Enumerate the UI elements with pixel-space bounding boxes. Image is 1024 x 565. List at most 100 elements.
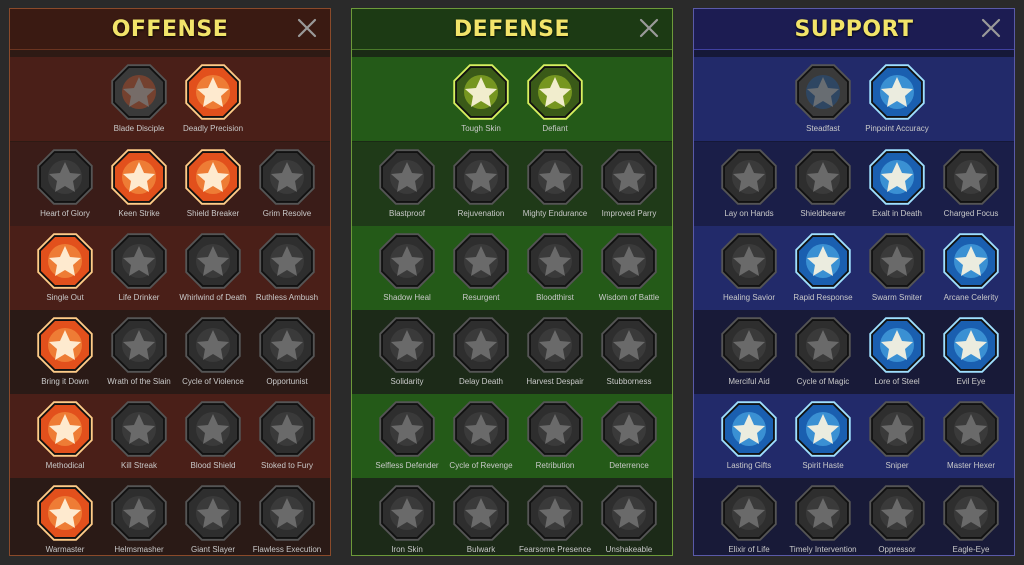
skill-mighty-endurance[interactable]: Mighty Endurance <box>518 146 592 219</box>
skill-label: Swarm Smiter <box>871 293 923 302</box>
skill-deadly-precision[interactable]: Deadly Precision <box>176 61 250 134</box>
skill-shield-breaker[interactable]: Shield Breaker <box>176 146 250 219</box>
spear-strike-icon <box>102 146 176 208</box>
skill-resurgent[interactable]: Resurgent <box>444 230 518 303</box>
spiked-skull-icon <box>518 398 592 460</box>
skill-row: Tough Skin Defiant <box>352 57 672 141</box>
skill-label: Master Hexer <box>946 461 995 470</box>
skill-blade-disciple[interactable]: Blade Disciple <box>102 61 176 134</box>
skill-whirlwind-of-death[interactable]: Whirlwind of Death <box>176 230 250 303</box>
drops-icon <box>444 398 518 460</box>
skill-lore-of-steel[interactable]: Lore of Steel <box>860 314 934 387</box>
skill-label: Methodical <box>45 461 85 470</box>
compass-star-icon <box>712 398 786 460</box>
skill-cycle-of-magic[interactable]: Cycle of Magic <box>786 314 860 387</box>
skill-selfless-defender[interactable]: Selfless Defender <box>370 398 444 471</box>
skill-keen-strike[interactable]: Keen Strike <box>102 146 176 219</box>
skill-iron-skin[interactable]: Iron Skin <box>370 482 444 555</box>
skill-deterrence[interactable]: Deterrence <box>592 398 666 471</box>
skill-shadow-heal[interactable]: Shadow Heal <box>370 230 444 303</box>
scales-icon <box>444 61 518 123</box>
skill-unshakeable[interactable]: Unshakeable <box>592 482 666 555</box>
cracks-icon <box>860 230 934 292</box>
skill-label: Wisdom of Battle <box>598 293 660 302</box>
skill-rejuvenation[interactable]: Rejuvenation <box>444 146 518 219</box>
skill-warmaster[interactable]: Warmaster <box>28 482 102 555</box>
skill-life-drinker[interactable]: Life Drinker <box>102 230 176 303</box>
skill-label: Pinpoint Accuracy <box>865 124 929 133</box>
skill-charged-focus[interactable]: Charged Focus <box>934 146 1008 219</box>
skill-opportunist[interactable]: Opportunist <box>250 314 324 387</box>
skill-merciful-aid[interactable]: Merciful Aid <box>712 314 786 387</box>
skill-label: Opportunist <box>266 377 308 386</box>
skill-giant-slayer[interactable]: Giant Slayer <box>176 482 250 555</box>
skill-defiant[interactable]: Defiant <box>518 61 592 134</box>
skill-blastproof[interactable]: Blastproof <box>370 146 444 219</box>
skill-flawless-execution[interactable]: Flawless Execution <box>250 482 324 555</box>
skill-methodical[interactable]: Methodical <box>28 398 102 471</box>
skill-bloodthirst[interactable]: Bloodthirst <box>518 230 592 303</box>
skill-timely-intervention[interactable]: Timely Intervention <box>786 482 860 555</box>
skill-ruthless-ambush[interactable]: Ruthless Ambush <box>250 230 324 303</box>
skill-grim-resolve[interactable]: Grim Resolve <box>250 146 324 219</box>
close-icon[interactable] <box>636 15 662 41</box>
skill-retribution[interactable]: Retribution <box>518 398 592 471</box>
skill-rapid-response[interactable]: Rapid Response <box>786 230 860 303</box>
skill-master-hexer[interactable]: Master Hexer <box>934 398 1008 471</box>
skill-label: Life Drinker <box>118 293 160 302</box>
skill-cycle-of-revenge[interactable]: Cycle of Revenge <box>444 398 518 471</box>
skill-blood-shield[interactable]: Blood Shield <box>176 398 250 471</box>
skill-stubborness[interactable]: Stubborness <box>592 314 666 387</box>
skill-label: Warmaster <box>45 545 85 554</box>
skill-lay-on-hands[interactable]: Lay on Hands <box>712 146 786 219</box>
skill-sniper[interactable]: Sniper <box>860 398 934 471</box>
skill-fearsome-presence[interactable]: Fearsome Presence <box>518 482 592 555</box>
skill-healing-savior[interactable]: Healing Savior <box>712 230 786 303</box>
skill-single-out[interactable]: Single Out <box>28 230 102 303</box>
raised-fist-icon <box>102 314 176 376</box>
skill-helmsmasher[interactable]: Helmsmasher <box>102 482 176 555</box>
panel-title: DEFENSE <box>453 16 571 42</box>
skill-label: Elixir of Life <box>728 545 770 554</box>
support-panel: SUPPORT Steadfast Pinpoint Accuracy Lay on… <box>693 8 1015 556</box>
skill-pinpoint-accuracy[interactable]: Pinpoint Accuracy <box>860 61 934 134</box>
bearded-face-icon <box>518 482 592 544</box>
skill-oppressor[interactable]: Oppressor <box>860 482 934 555</box>
skill-bulwark[interactable]: Bulwark <box>444 482 518 555</box>
skill-delay-death[interactable]: Delay Death <box>444 314 518 387</box>
skill-bring-it-down[interactable]: Bring it Down <box>28 314 102 387</box>
skill-cycle-of-violence[interactable]: Cycle of Violence <box>176 314 250 387</box>
skill-harvest-despair[interactable]: Harvest Despair <box>518 314 592 387</box>
skill-stoked-to-fury[interactable]: Stoked to Fury <box>250 398 324 471</box>
skill-wrath-of-the-slain[interactable]: Wrath of the Slain <box>102 314 176 387</box>
skill-label: Unshakeable <box>605 545 653 554</box>
skill-elixir-of-life[interactable]: Elixir of Life <box>712 482 786 555</box>
skill-swarm-smiter[interactable]: Swarm Smiter <box>860 230 934 303</box>
skill-row: Lasting Gifts Spirit Haste Sniper Master He… <box>694 394 1014 478</box>
close-icon[interactable] <box>978 15 1004 41</box>
skill-shieldbearer[interactable]: Shieldbearer <box>786 146 860 219</box>
skill-wisdom-of-battle[interactable]: Wisdom of Battle <box>592 230 666 303</box>
ambush-hand-icon <box>250 230 324 292</box>
skill-row: Single Out Life Drinker Whirlwind of Death… <box>10 226 330 310</box>
heart-plus-icon <box>786 61 860 123</box>
skill-heart-of-glory[interactable]: Heart of Glory <box>28 146 102 219</box>
skill-lasting-gifts[interactable]: Lasting Gifts <box>712 398 786 471</box>
skill-improved-parry[interactable]: Improved Parry <box>592 146 666 219</box>
skill-eagle-eye[interactable]: Eagle-Eye <box>934 482 1008 555</box>
heart-hand-icon <box>444 146 518 208</box>
skill-exalt-in-death[interactable]: Exalt in Death <box>860 146 934 219</box>
skill-steadfast[interactable]: Steadfast <box>786 61 860 134</box>
skill-row: Blade Disciple Deadly Precision <box>10 57 330 141</box>
praying-hands-icon <box>712 146 786 208</box>
skill-solidarity[interactable]: Solidarity <box>370 314 444 387</box>
skill-arcane-celerity[interactable]: Arcane Celerity <box>934 230 1008 303</box>
flaming-skull-icon <box>860 146 934 208</box>
close-icon[interactable] <box>294 15 320 41</box>
skill-spirit-haste[interactable]: Spirit Haste <box>786 398 860 471</box>
defense-header: DEFENSE <box>352 9 672 50</box>
skill-evil-eye[interactable]: Evil Eye <box>934 314 1008 387</box>
skill-tough-skin[interactable]: Tough Skin <box>444 61 518 134</box>
skill-row: Bring it Down Wrath of the Slain Cycle of … <box>10 310 330 394</box>
skill-kill-streak[interactable]: Kill Streak <box>102 398 176 471</box>
